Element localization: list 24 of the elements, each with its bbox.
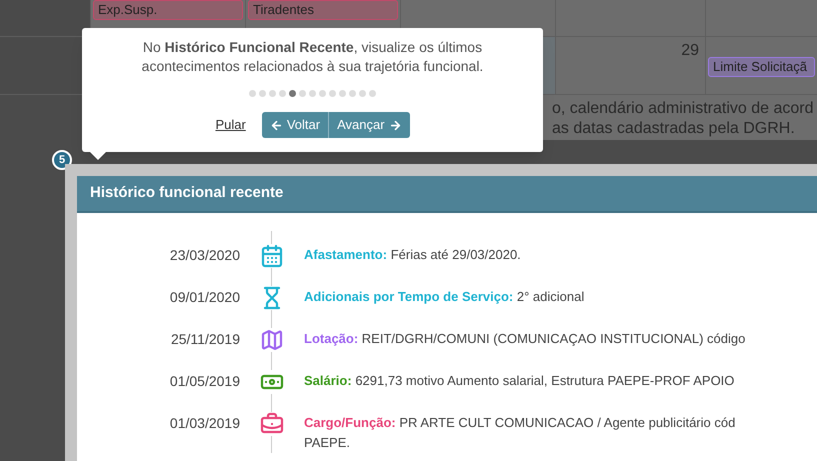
calendar-event[interactable]: Exp.Susp.: [93, 0, 243, 20]
event-date: 23/03/2020: [168, 246, 240, 265]
arrow-right-icon: [388, 118, 402, 132]
event-date: 25/11/2019: [170, 330, 240, 349]
event-description: Lotação: REIT/DGRH/COMUNI (COMUNICAÇAO INSTITUCIONAL) código: [304, 330, 746, 348]
day-number: 29: [681, 43, 700, 59]
tour-text: No Histórico Funcional Recente, visualize os últimos acontecimentos relacionados à sua trajetória funcional.: [140, 38, 484, 76]
event-date: 09/01/2020: [168, 288, 240, 307]
event-description: Adicionais por Tempo de Serviço: 2° adicional: [304, 288, 584, 306]
arrow-left-icon: [270, 118, 283, 132]
calendar-event[interactable]: Limite Solicitaçã: [708, 57, 815, 77]
next-button[interactable]: Avançar: [329, 112, 410, 138]
calendar-note: o, calendário administrativo de acord: [552, 99, 814, 119]
calendar-note: as datas cadastradas pela DGRH.: [552, 119, 796, 139]
panel-title: Histórico funcional recente: [90, 183, 284, 204]
skip-link[interactable]: Pular: [215, 115, 246, 135]
event-description: Salário: 6291,73 motivo Aumento salarial, Estrutura PAEPE-PROF APOIO: [304, 372, 734, 390]
event-description: Cargo/Função: PR ARTE CULT COMUNICACAO / Agente publicitário cód PAEPE.: [304, 414, 736, 452]
event-description: Afastamento: Férias até 29/03/2020.: [304, 246, 521, 264]
event-date: 01/03/2019: [168, 414, 240, 433]
back-button[interactable]: Voltar: [262, 112, 330, 138]
calendar-event[interactable]: Tiradentes: [248, 0, 398, 20]
step-badge: 5: [52, 150, 72, 170]
event-date: 01/05/2019: [168, 372, 240, 391]
